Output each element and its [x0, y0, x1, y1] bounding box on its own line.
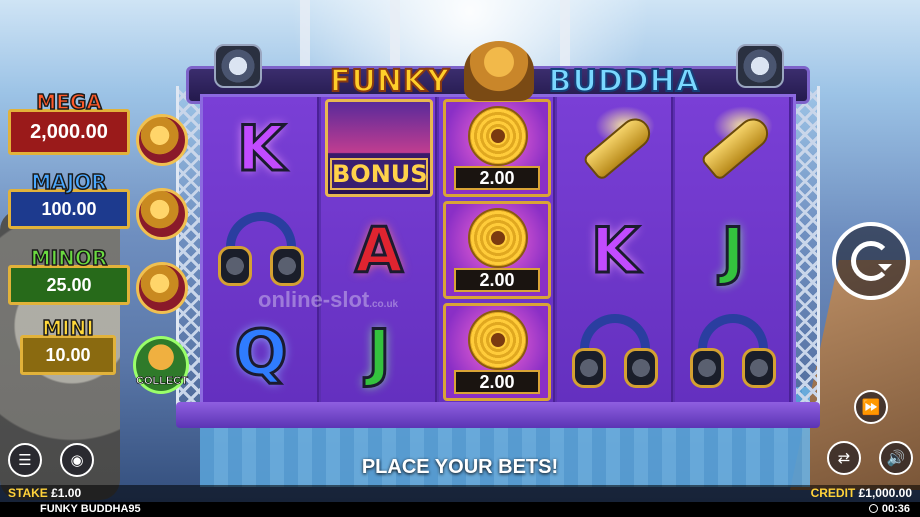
stage-base	[176, 402, 820, 428]
turbo-button[interactable]: ⏩	[854, 390, 888, 424]
headphones-icon	[218, 210, 304, 290]
watermark: online-slot.co.uk	[258, 287, 398, 313]
clock: 00:36	[868, 503, 910, 515]
headphones-cup	[218, 246, 252, 286]
bonus-label: BONUS	[330, 158, 428, 190]
jackpot-major: MAJOR 100.00	[8, 171, 130, 229]
reel-3: 2.00 2.00 2.00	[439, 97, 555, 403]
disc-value: 2.00	[454, 166, 540, 190]
reel-cell: A	[321, 199, 437, 301]
reel-cell: 2.00	[439, 97, 555, 199]
headphones-cup	[690, 348, 724, 388]
symbol-j: J	[720, 212, 746, 288]
gold-disc-symbol: 2.00	[443, 303, 551, 401]
symbol-j: J	[366, 314, 392, 390]
reel-cell: K	[557, 199, 673, 301]
jackpot-major-medal-icon	[136, 188, 188, 240]
credit-value: £1,000.00	[858, 486, 912, 500]
watermark-text: online-slot	[258, 287, 370, 312]
jackpot-mini: MINI 10.00	[20, 317, 116, 375]
headphones-icon	[572, 312, 658, 392]
reel-cell: K	[203, 97, 319, 199]
reel-2: BONUS A J	[321, 97, 437, 403]
stake-label: STAKE	[8, 486, 48, 500]
jackpot-minor-medal-icon	[136, 262, 188, 314]
credit-display: CREDIT £1,000.00	[811, 486, 912, 500]
buddha-figure-icon	[464, 41, 535, 101]
jackpot-mega-value: 2,000.00	[8, 109, 130, 155]
disc-value: 2.00	[454, 370, 540, 394]
reel-cell: BONUS	[321, 97, 437, 199]
symbol-q: Q	[233, 314, 289, 390]
gold-record-icon	[468, 310, 528, 370]
reel-cell: 2.00	[439, 301, 555, 403]
reel-cell: Q	[203, 301, 319, 403]
status-message: PLACE YOUR BETS!	[361, 456, 559, 478]
gold-disc-symbol: 2.00	[443, 99, 551, 197]
symbol-a: A	[354, 212, 405, 288]
balance-bar: STAKE £1.00 CREDIT £1,000.00	[0, 485, 920, 502]
reel-5: J	[675, 97, 791, 403]
reel-1: KQ	[203, 97, 319, 403]
jackpot-mega: MEGA 2,000.00	[8, 91, 130, 155]
jackpot-major-value: 100.00	[8, 189, 130, 229]
stake-display: STAKE £1.00	[8, 486, 81, 500]
reel-cell	[557, 97, 673, 199]
gold-record-icon	[468, 106, 528, 166]
jackpot-minor-value: 25.00	[8, 265, 130, 305]
turbo-icon: ⏩	[861, 398, 881, 416]
reel-cell	[675, 301, 791, 403]
jackpot-mini-value: 10.00	[20, 335, 116, 375]
collect-label: COLLECT	[136, 375, 189, 388]
champagne-icon	[565, 102, 665, 194]
game-info-bar: FUNKY BUDDHA95 00:36	[0, 502, 920, 517]
champagne-icon	[683, 102, 783, 194]
logo-buddha-text: BUDDHA	[548, 63, 700, 100]
headphones-cup	[572, 348, 606, 388]
reel-cell: 2.00	[439, 199, 555, 301]
bonus-symbol: BONUS	[325, 99, 433, 197]
gold-record-icon	[468, 208, 528, 268]
clock-time: 00:36	[881, 503, 910, 515]
headphones-cup	[270, 246, 304, 286]
jackpot-mega-medal-icon	[136, 114, 188, 166]
stake-value: £1.00	[51, 486, 82, 500]
reel-4: K	[557, 97, 673, 403]
left-top-speaker-icon	[214, 44, 262, 88]
disc-value: 2.00	[454, 268, 540, 292]
symbol-k: K	[235, 110, 286, 186]
reel-area: K Q BONUS A J 2.00 2.00 2.00 K J	[200, 94, 796, 406]
clock-icon	[868, 504, 878, 513]
credit-label: CREDIT	[810, 486, 856, 500]
reel-cell	[557, 301, 673, 403]
headphones-cup	[624, 348, 658, 388]
gold-disc-symbol: 2.00	[443, 201, 551, 299]
watermark-suffix: .co.uk	[369, 299, 399, 310]
reel-cell: J	[675, 199, 791, 301]
spin-icon	[851, 241, 892, 281]
jackpot-minor: MINOR 25.00	[8, 247, 130, 305]
headphones-icon	[690, 312, 776, 392]
game-name: FUNKY BUDDHA95	[40, 503, 141, 515]
logo-funky-text: FUNKY	[329, 63, 450, 100]
reel-cell	[675, 97, 791, 199]
right-top-speaker-icon	[736, 44, 784, 88]
headphones-cup	[742, 348, 776, 388]
slot-machine: K Q BONUS A J 2.00 2.00 2.00 K J	[176, 56, 820, 428]
collect-medal-icon: COLLECT	[133, 336, 189, 394]
game-logo: FUNKY BUDDHA	[329, 41, 700, 102]
reel-cell	[203, 199, 319, 301]
reel-cell: J	[321, 301, 437, 403]
symbol-k: K	[589, 212, 640, 288]
spin-button[interactable]	[832, 222, 910, 300]
